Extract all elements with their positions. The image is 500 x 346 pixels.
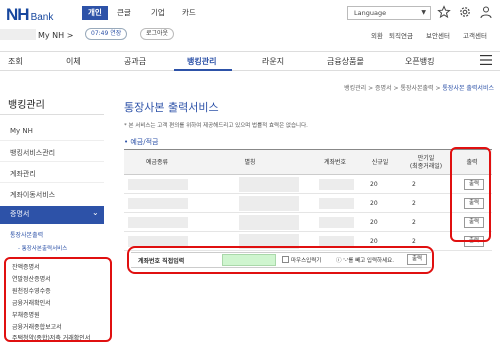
logo-nh: NH xyxy=(6,5,30,24)
new-date-cell: 20 xyxy=(370,219,378,226)
table-row: 20 2 출력 xyxy=(124,194,492,213)
redacted-cell xyxy=(319,179,354,190)
util-link-customer[interactable]: 고객센터 xyxy=(463,30,487,40)
breadcrumb-item[interactable]: 통장사본출력 xyxy=(400,85,433,92)
redacted-cell xyxy=(239,177,299,192)
lnb-title: 뱅킹관리 xyxy=(8,100,45,111)
util-link-security[interactable]: 보안센터 xyxy=(426,30,450,40)
maturity-cell: 2 xyxy=(412,200,416,207)
gnb-lounge[interactable]: 라운지 xyxy=(262,56,284,67)
new-date-cell: 20 xyxy=(370,181,378,188)
redacted-cell xyxy=(239,215,299,230)
highlight-box-print-column xyxy=(450,147,491,242)
user-bar: My NH > xyxy=(0,27,73,43)
new-date-cell: 20 xyxy=(370,200,378,207)
breadcrumb-current: 통장사본 출력서비스 xyxy=(442,85,494,92)
col-alias: 별칭 xyxy=(244,159,256,166)
col-maturity: 만기일 (최종거래일) xyxy=(409,155,443,170)
table-row: 20 2 출력 xyxy=(124,213,492,232)
tab-corporate[interactable]: 기업 xyxy=(145,6,171,20)
table-header: 예금종류 별칭 계좌번호 신규일 만기일 (최종거래일) 출력 xyxy=(124,149,492,175)
util-link-pension[interactable]: 퇴직연금 xyxy=(389,30,413,40)
divider xyxy=(0,140,104,141)
divider xyxy=(0,182,104,183)
star-icon[interactable] xyxy=(437,5,451,19)
gnb-open-banking[interactable]: 오픈뱅킹 xyxy=(405,56,434,67)
lnb-item-mynh[interactable]: My NH xyxy=(10,127,33,135)
gnb-products[interactable]: 금융상품몰 xyxy=(327,56,364,67)
gnb-transfer[interactable]: 이체 xyxy=(66,56,81,67)
lnb-sub-passbook-copy[interactable]: 통장사본출력 xyxy=(10,230,43,239)
lnb-item-account-mgmt[interactable]: 계좌관리 xyxy=(10,169,36,179)
breadcrumb-item[interactable]: 뱅킹관리 xyxy=(344,85,366,92)
divider xyxy=(0,161,104,162)
maturity-cell: 2 xyxy=(412,181,416,188)
tab-card[interactable]: 카드 xyxy=(176,6,202,20)
tab-large-text[interactable]: 큰글 xyxy=(111,6,137,20)
language-value: Language xyxy=(354,9,387,17)
maturity-cell: 2 xyxy=(412,219,416,226)
lnb-item-service-mgmt[interactable]: 뱅킹서비스관리 xyxy=(10,148,55,158)
col-product: 예금종류 xyxy=(145,159,169,166)
tab-personal[interactable]: 개인 xyxy=(82,6,108,20)
breadcrumb-item[interactable]: 증명서 xyxy=(375,85,392,92)
redacted-cell xyxy=(319,217,354,228)
nh-bank-logo[interactable]: NH Bank xyxy=(6,5,54,24)
gnb-active-indicator xyxy=(174,69,232,71)
language-select[interactable]: Language ▼ xyxy=(347,6,431,20)
redacted-cell xyxy=(128,179,188,190)
gear-icon[interactable] xyxy=(458,5,472,19)
highlight-box-left xyxy=(4,257,112,342)
hamburger-menu-icon[interactable] xyxy=(480,55,492,65)
gnb-utility[interactable]: 공과금 xyxy=(124,56,146,67)
global-nav: 조회 이체 공과금 뱅킹관리 라운지 금융상품몰 오픈뱅킹 xyxy=(0,51,500,71)
chevron-down-icon: ⌄ xyxy=(92,208,99,217)
session-extend-button[interactable]: 07:49 연장 xyxy=(85,28,128,40)
redacted-cell xyxy=(128,217,188,228)
gnb-inquiry[interactable]: 조회 xyxy=(8,56,23,67)
page-title: 통장사본 출력서비스 xyxy=(124,101,219,114)
redacted-cell xyxy=(239,196,299,211)
divider xyxy=(0,114,104,115)
notice-text: * 본 서비스는 고객 편의를 위하여 제공해드리고 있으며 법률적 효력은 없… xyxy=(124,123,308,129)
lnb-sub-passbook-copy-service[interactable]: - 통장사본출력서비스 xyxy=(18,244,67,252)
chevron-down-icon: ▼ xyxy=(421,9,426,16)
logo-bank: Bank xyxy=(30,12,54,23)
logout-button[interactable]: 로그아웃 xyxy=(140,28,175,40)
lnb-item-account-move[interactable]: 계좌이동서비스 xyxy=(10,190,55,200)
breadcrumb: 뱅킹관리 > 증명서 > 통장사본출력 > 통장사본 출력서비스 xyxy=(344,85,494,92)
user-name-blurred xyxy=(0,29,36,40)
section-label: • 예금/적금 xyxy=(124,138,159,146)
col-account: 계좌번호 xyxy=(323,159,347,166)
user-icon[interactable] xyxy=(479,5,493,19)
table-row: 20 2 출력 xyxy=(124,175,492,194)
lnb-item-certificate-label: 증명서 xyxy=(10,210,30,218)
col-new-date: 신규일 xyxy=(371,159,389,166)
my-nh-link[interactable]: My NH > xyxy=(38,31,73,40)
redacted-cell xyxy=(128,198,188,209)
util-link-fx[interactable]: 외환 xyxy=(371,30,383,40)
highlight-box-direct-input xyxy=(127,246,434,274)
gnb-banking-mgmt[interactable]: 뱅킹관리 xyxy=(187,56,216,67)
redacted-cell xyxy=(319,198,354,209)
